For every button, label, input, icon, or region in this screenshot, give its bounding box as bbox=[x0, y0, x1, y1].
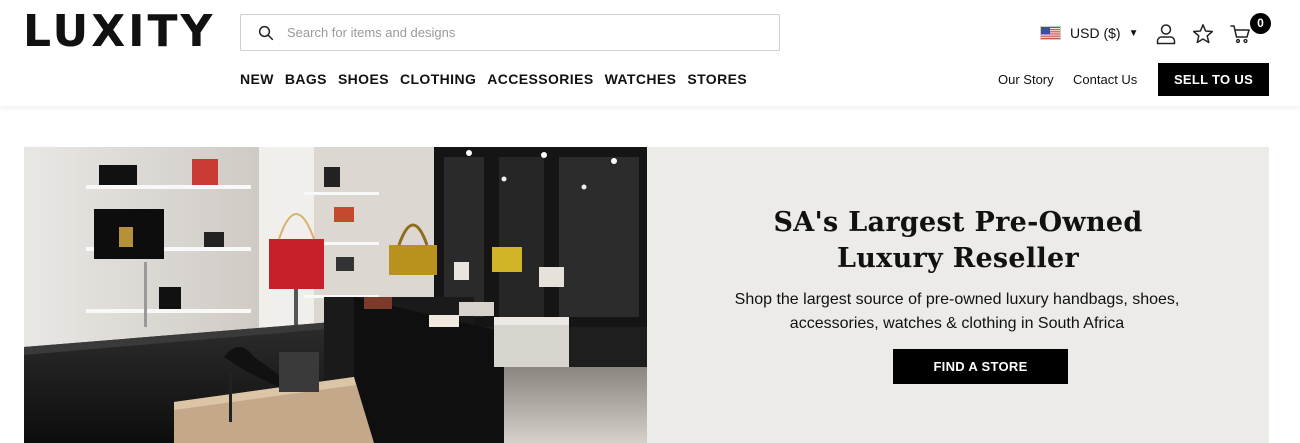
hero-title-line-1: SA's Largest Pre-Owned bbox=[773, 207, 1143, 238]
hero-subtitle: Shop the largest source of pre-owned lux… bbox=[734, 291, 1180, 332]
contact-us-link[interactable]: Contact Us bbox=[1073, 72, 1137, 88]
find-a-store-button[interactable]: FIND A STORE bbox=[893, 349, 1068, 384]
store-illustration bbox=[24, 147, 647, 443]
search-input[interactable] bbox=[287, 15, 767, 50]
sell-to-us-button[interactable]: SELL TO US bbox=[1158, 63, 1269, 96]
hero-title: SA's Largest Pre-Owned Luxury Reseller bbox=[647, 205, 1269, 277]
hero-title-line-2: Luxury Reseller bbox=[836, 243, 1080, 274]
star-icon[interactable] bbox=[1191, 22, 1215, 46]
main-nav: NEW BAGS SHOES CLOTHING ACCESSORIES WATC… bbox=[240, 70, 758, 88]
search-icon[interactable] bbox=[257, 24, 275, 42]
luxity-logo[interactable]: LUXITY bbox=[23, 10, 215, 54]
nav-item-new[interactable]: NEW bbox=[240, 70, 274, 88]
nav-item-accessories[interactable]: ACCESSORIES bbox=[487, 70, 593, 88]
caret-down-icon: ▼ bbox=[1128, 27, 1139, 39]
nav-item-watches[interactable]: WATCHES bbox=[605, 70, 677, 88]
currency-label: USD ($) bbox=[1070, 25, 1121, 41]
nav-item-clothing[interactable]: CLOTHING bbox=[400, 70, 476, 88]
us-flag-icon bbox=[1040, 26, 1061, 40]
nav-item-bags[interactable]: BAGS bbox=[285, 70, 327, 88]
search-bar[interactable] bbox=[240, 14, 780, 51]
hero-text-panel: SA's Largest Pre-Owned Luxury Reseller S… bbox=[647, 147, 1269, 443]
user-icon[interactable] bbox=[1154, 22, 1178, 46]
nav-item-stores[interactable]: STORES bbox=[687, 70, 747, 88]
store-interior-image bbox=[24, 147, 647, 443]
site-header: LUXITY USD ($) ▼ bbox=[0, 0, 1300, 106]
nav-item-shoes[interactable]: SHOES bbox=[338, 70, 389, 88]
hero-banner: SA's Largest Pre-Owned Luxury Reseller S… bbox=[24, 147, 1269, 443]
cart-count-badge: 0 bbox=[1250, 13, 1271, 34]
currency-selector[interactable]: USD ($) ▼ bbox=[1040, 24, 1138, 42]
our-story-link[interactable]: Our Story bbox=[998, 72, 1054, 88]
